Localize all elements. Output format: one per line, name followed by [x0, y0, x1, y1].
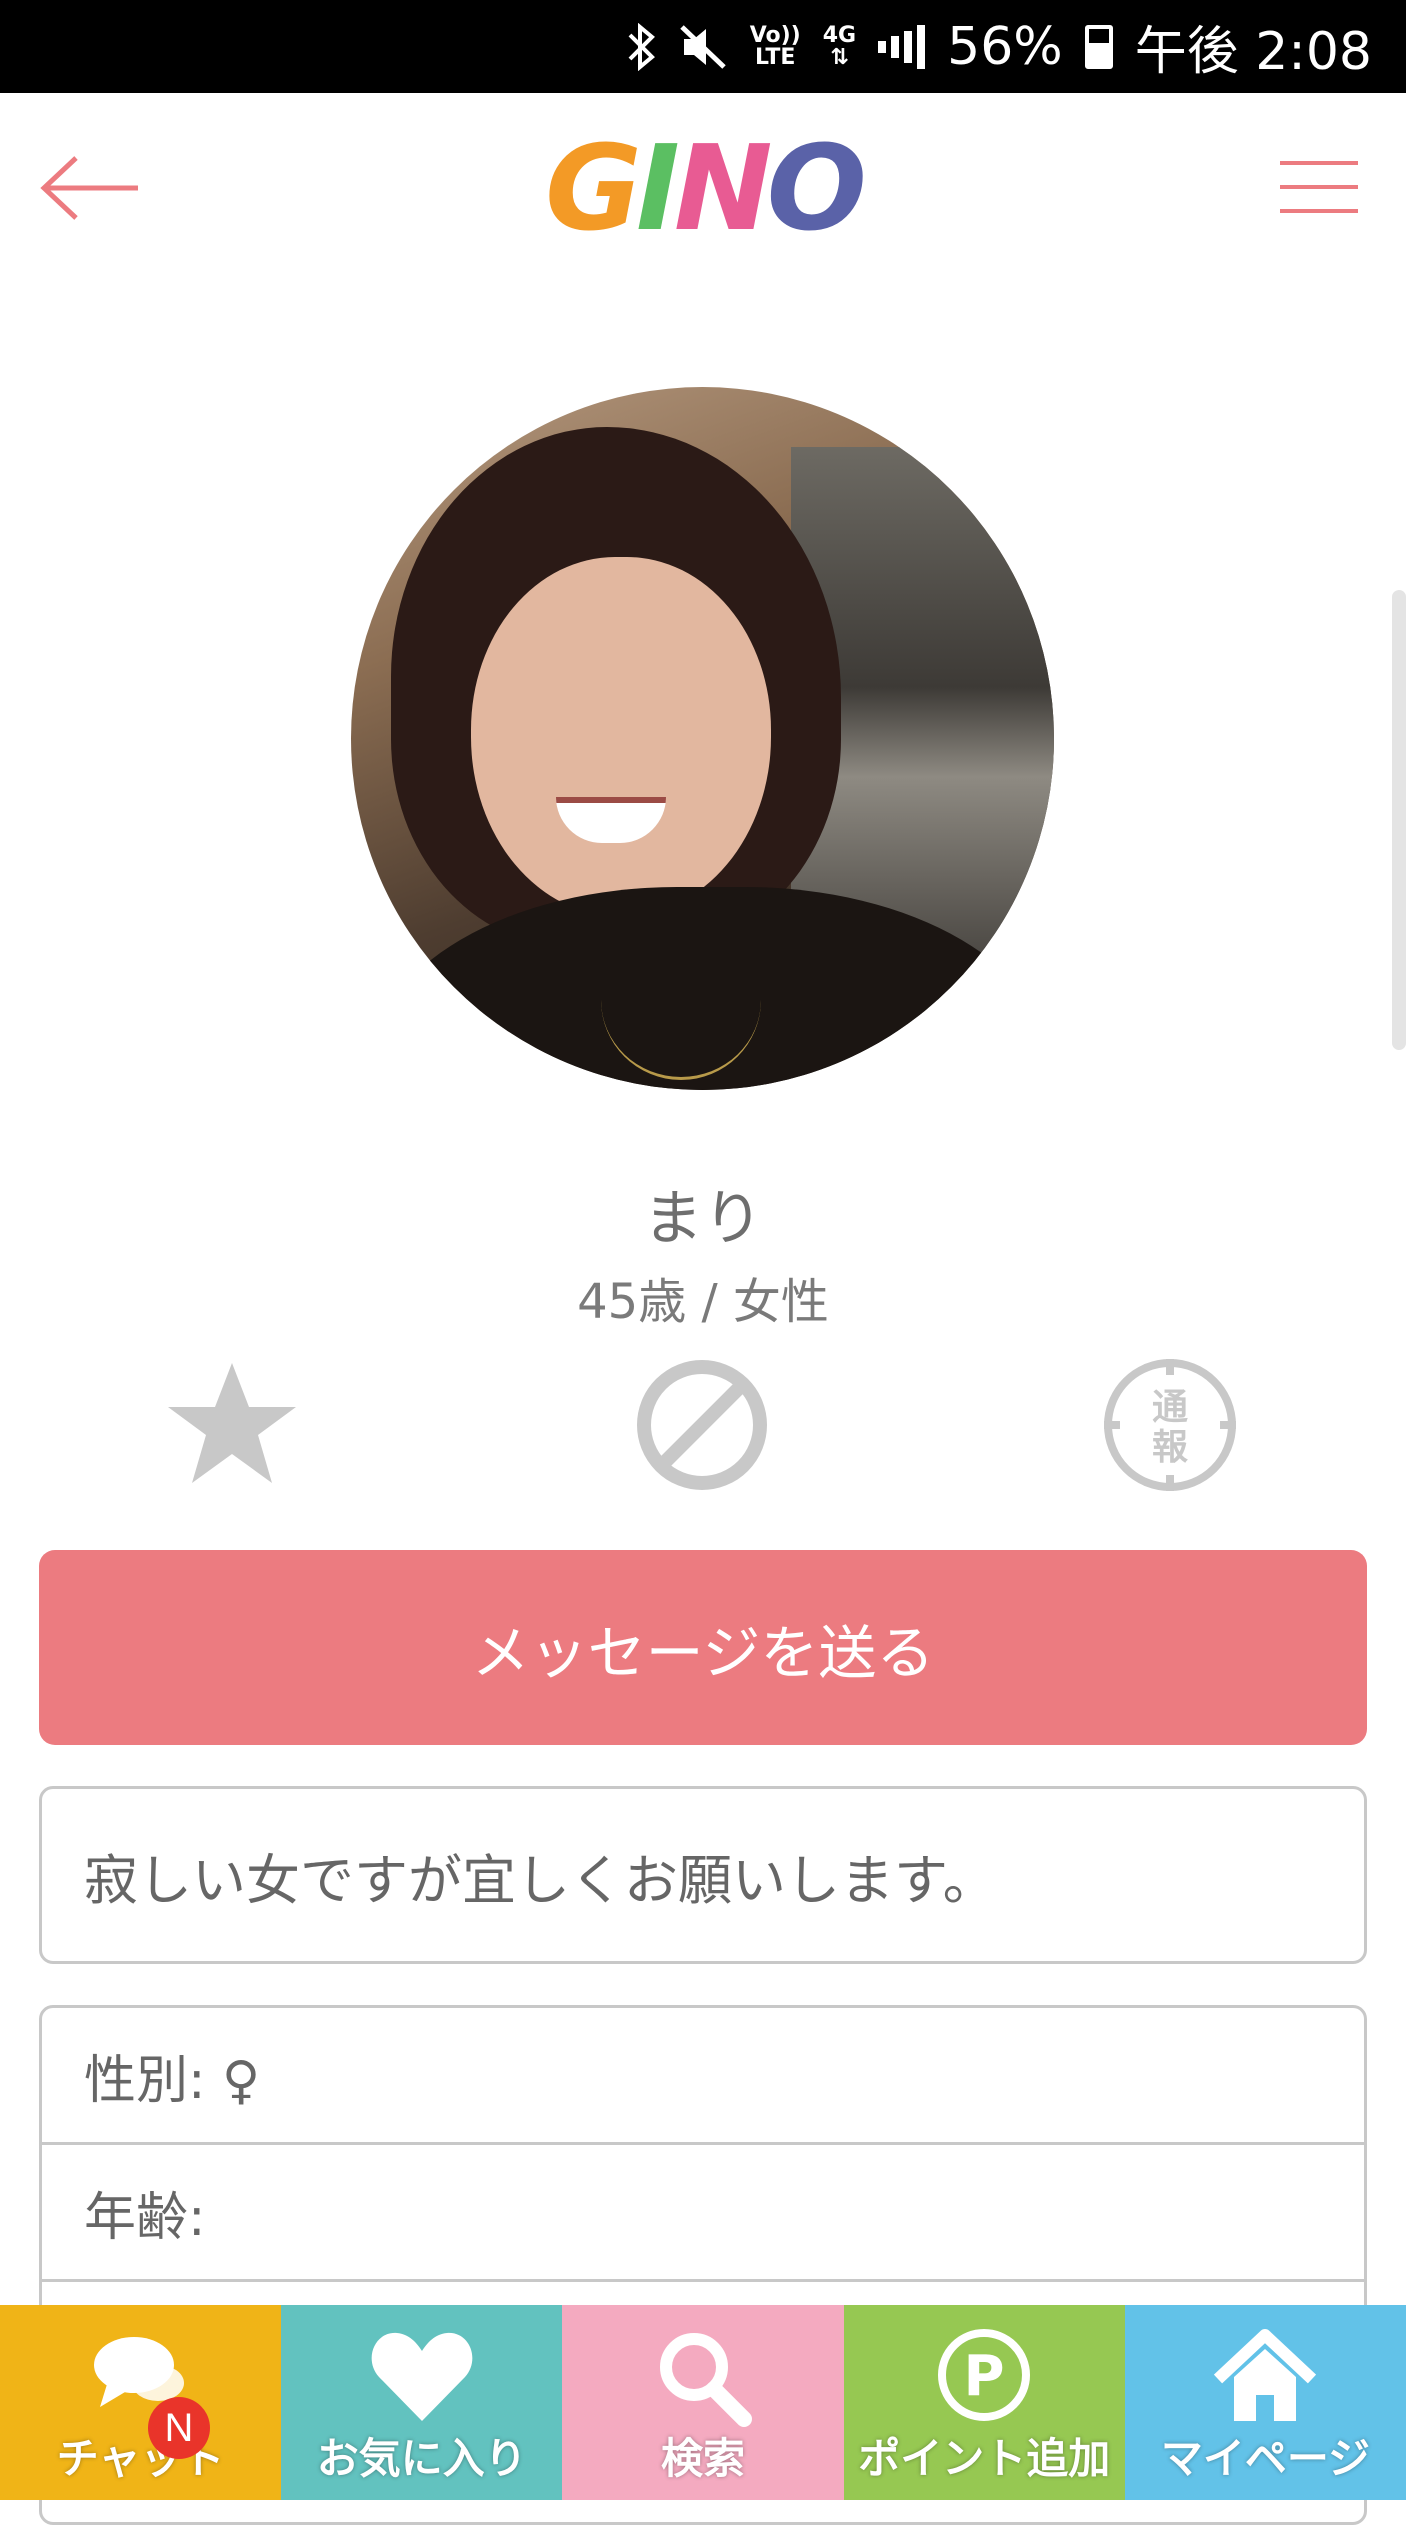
nav-label-search: 検索 — [661, 2434, 746, 2483]
logo-letter-g: G — [545, 119, 642, 257]
volte-indicator: Vo)) LTE — [749, 22, 801, 70]
app-header: G I N O — [0, 93, 1406, 293]
profile-photo[interactable] — [351, 387, 1054, 1090]
home-icon — [1210, 2323, 1320, 2433]
arrow-left-icon[interactable] — [38, 153, 148, 223]
battery-icon — [1084, 24, 1113, 69]
nav-favorites[interactable]: お気に入り — [281, 2305, 563, 2500]
logo-letter-i: I — [635, 119, 680, 257]
heart-icon — [367, 2323, 477, 2433]
nav-add-points[interactable]: P ポイント追加 — [843, 2305, 1125, 2500]
logo-letter-o: O — [766, 119, 867, 257]
gino-logo[interactable]: G I N O — [545, 119, 867, 257]
bluetooth-icon — [626, 22, 656, 71]
status-bar: Vo)) LTE 4G ⇅ 56% 午後 2:08 — [0, 0, 1406, 93]
nav-label-favorites: お気に入り — [316, 2434, 527, 2483]
signal-icon — [878, 24, 926, 69]
nav-search[interactable]: 検索 — [562, 2305, 844, 2500]
point-icon: P — [929, 2323, 1039, 2433]
detail-row-gender: 性別: ♀ — [42, 2008, 1364, 2145]
report-icon[interactable]: 通 報 — [1100, 1355, 1240, 1495]
bottom-nav: N チャット お気に入り 検索 P ポイント追加 マイページ — [0, 2305, 1406, 2500]
report-label-2: 報 — [1152, 1427, 1188, 1468]
block-icon[interactable] — [632, 1355, 772, 1495]
search-icon — [648, 2323, 758, 2433]
mute-icon — [678, 23, 728, 71]
profile-name: まり — [643, 1184, 763, 1254]
nav-mypage[interactable]: マイページ — [1124, 2305, 1406, 2500]
point-symbol: P — [964, 2344, 1005, 2409]
send-message-button[interactable]: メッセージを送る — [39, 1550, 1367, 1745]
photo-face — [471, 557, 771, 917]
chat-badge: N — [148, 2397, 210, 2459]
hamburger-menu-icon[interactable] — [1276, 153, 1362, 223]
network-4g-indicator: 4G ⇅ — [822, 22, 857, 70]
scrollbar[interactable] — [1392, 590, 1406, 1050]
nav-label-mypage: マイページ — [1160, 2434, 1370, 2483]
detail-row-age: 年齢: — [42, 2145, 1364, 2282]
logo-letter-n: N — [673, 119, 773, 257]
clock: 午後 2:08 — [1134, 22, 1372, 82]
profile-age-gender: 45歳 / 女性 — [577, 1274, 829, 1330]
star-icon[interactable] — [162, 1355, 302, 1495]
profile-intro: 寂しい女ですが宜しくお願いします。 — [39, 1786, 1367, 1964]
nav-chat[interactable]: N チャット — [0, 2305, 282, 2500]
battery-percent: 56% — [947, 16, 1063, 77]
report-label-1: 通 — [1152, 1387, 1188, 1428]
nav-label-add-points: ポイント追加 — [858, 2434, 1111, 2483]
